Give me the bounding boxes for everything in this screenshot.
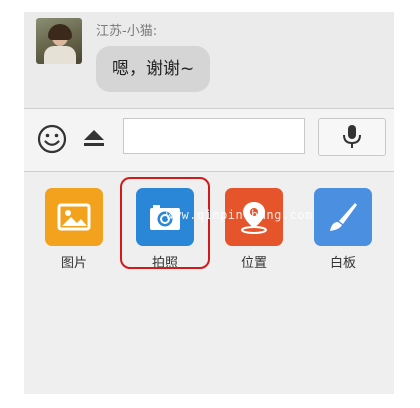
picture-tile [45,188,103,246]
eject-triangle-icon [84,130,104,146]
message-bubble[interactable]: 嗯，谢谢~ [96,46,211,92]
camera-highlight-box [120,177,210,269]
whiteboard-brush-icon [330,203,357,231]
image-picture-icon [57,203,91,231]
picture-label: 图片 [60,256,87,271]
voice-button[interactable] [318,118,386,156]
attach-location[interactable]: 位置 [224,188,284,271]
microphone-icon [343,125,361,148]
location-label: 位置 [240,256,267,271]
sender-avatar[interactable] [36,18,82,64]
more-options-button[interactable] [80,125,108,153]
watermark-text: www.qinpinchang.com [166,208,313,222]
input-bar [24,108,394,172]
sender-name: 江苏-小猫: [96,24,158,39]
emoji-button[interactable] [36,123,68,155]
smiley-face-icon [37,124,67,154]
message-area: 江苏-小猫: 嗯，谢谢~ [24,12,394,108]
chat-screen: 江苏-小猫: 嗯，谢谢~ 图片 拍照 位置 白板 www.qinpinchang… [24,12,394,394]
attachment-panel: 图片 拍照 位置 白板 www.qinpinchang.com [24,172,394,394]
whiteboard-tile [314,188,372,246]
attach-whiteboard[interactable]: 白板 [313,188,373,271]
attach-picture[interactable]: 图片 [44,188,104,271]
whiteboard-label: 白板 [329,256,356,271]
message-input[interactable] [123,118,305,154]
